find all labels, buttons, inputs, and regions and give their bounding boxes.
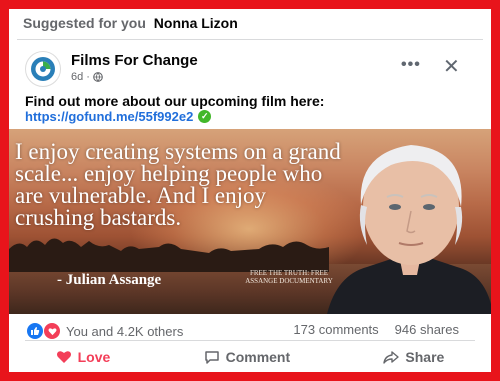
post-caption: Find out more about our upcoming film he… xyxy=(25,93,325,109)
share-button[interactable]: Share xyxy=(383,349,444,365)
comments-count[interactable]: 173 comments xyxy=(293,322,378,337)
post-meta: 6d · xyxy=(71,71,103,83)
portrait-photo xyxy=(327,145,491,314)
post-image[interactable]: I enjoy creating systems on a grand scal… xyxy=(9,129,491,314)
page-name[interactable]: Films For Change xyxy=(71,52,198,69)
verified-check-icon: ✓ xyxy=(198,110,212,123)
shares-count[interactable]: 946 shares xyxy=(395,322,459,337)
like-reaction-icon xyxy=(27,323,43,339)
divider xyxy=(25,340,475,341)
share-icon xyxy=(383,351,400,364)
share-label: Share xyxy=(405,349,445,365)
suggested-label: Suggested for you xyxy=(23,15,146,31)
page-avatar[interactable] xyxy=(25,51,61,87)
divider xyxy=(17,39,483,40)
action-bar: Love Comment Share xyxy=(9,342,491,372)
comment-label: Comment xyxy=(225,349,291,365)
globe-icon xyxy=(93,72,103,82)
reactions-summary[interactable]: You and 4.2K others xyxy=(27,322,183,340)
love-reaction-icon xyxy=(43,322,61,340)
post-time[interactable]: 6d xyxy=(71,71,83,83)
quote-attribution: - Julian Assange xyxy=(57,272,162,288)
documentary-label: FREE THE TRUTH: FREE ASSANGE DOCUMENTARY xyxy=(245,269,333,285)
close-icon[interactable]: ✕ xyxy=(443,54,460,79)
heart-icon xyxy=(56,351,71,363)
fundraiser-link[interactable]: https://gofund.me/55f992e2 xyxy=(25,109,193,124)
comment-button[interactable]: Comment xyxy=(204,349,291,365)
post-card: Suggested for you Nonna Lizon Films For … xyxy=(9,9,491,372)
post-link-row: https://gofund.me/55f992e2 ✓ xyxy=(25,109,212,124)
films-for-change-logo-icon xyxy=(31,57,55,81)
engagement-counts: 173 comments 946 shares xyxy=(293,322,459,337)
suggested-name[interactable]: Nonna Lizon xyxy=(154,15,238,31)
love-button[interactable]: Love xyxy=(56,349,111,365)
more-options-icon[interactable]: ••• xyxy=(401,56,421,74)
separator-dot: · xyxy=(86,71,90,83)
love-label: Love xyxy=(77,349,111,365)
comment-icon xyxy=(204,351,219,364)
reactions-text: You and 4.2K others xyxy=(66,323,184,339)
quote-text: I enjoy creating systems on a grand scal… xyxy=(15,139,341,230)
suggested-header: Suggested for you Nonna Lizon xyxy=(23,15,238,31)
